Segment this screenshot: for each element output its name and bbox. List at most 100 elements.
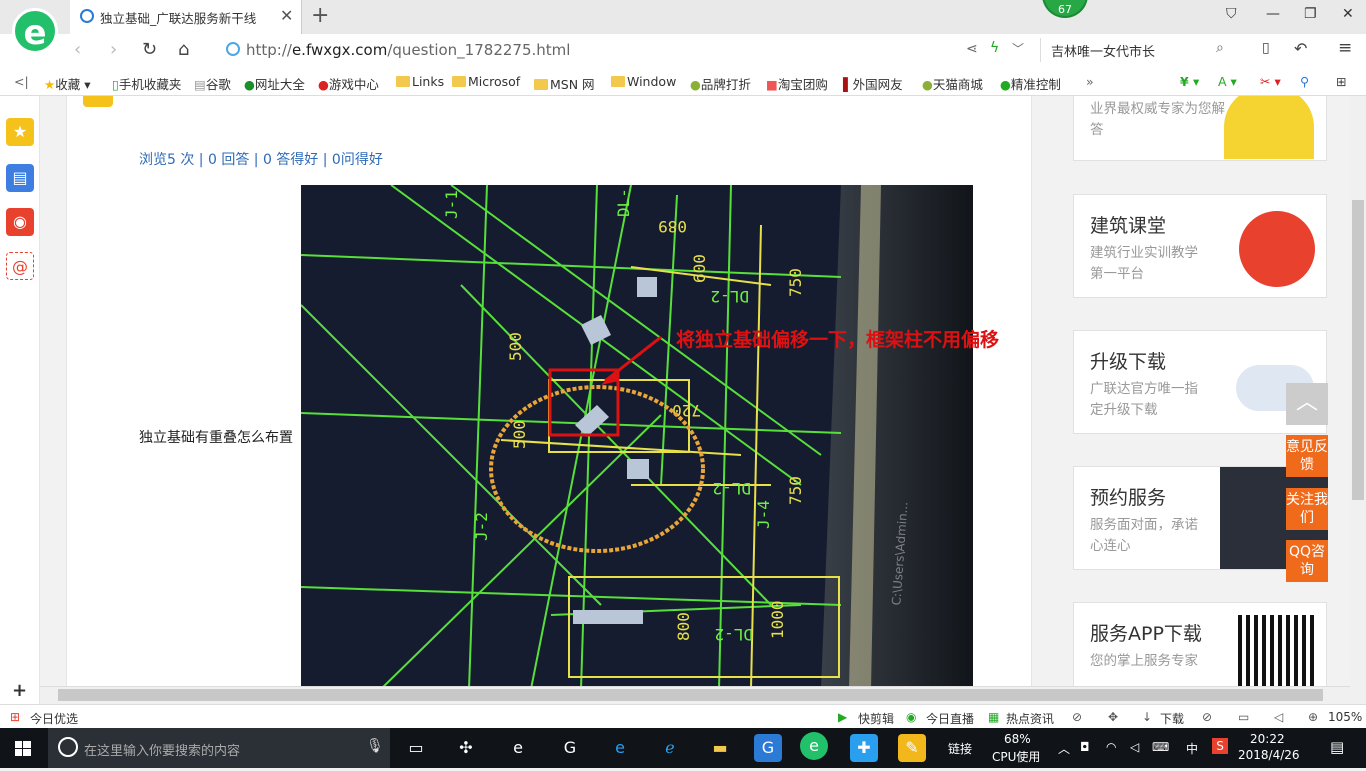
speed-icon[interactable]: ⊘ (1072, 710, 1082, 724)
feedback-button[interactable]: 意见反馈 (1286, 435, 1328, 477)
minimize-button[interactable]: — (1266, 6, 1280, 22)
notification-icon[interactable]: ▤ (1330, 738, 1344, 756)
favorites-star-icon[interactable]: ★ (6, 118, 34, 146)
menu-icon[interactable]: ≡ (1338, 38, 1352, 58)
add-icon[interactable]: + (12, 680, 27, 701)
cortana-icon (58, 737, 78, 757)
news-link[interactable]: 热点资讯 (1006, 710, 1054, 727)
fav-item[interactable]: ▯手机收藏夹 (112, 74, 181, 93)
start-button[interactable] (0, 728, 46, 768)
glodon-app-icon[interactable]: G (754, 734, 782, 762)
apps-icon[interactable]: ⊞ (1336, 74, 1346, 89)
fav-item[interactable]: ●游戏中心 (318, 74, 379, 93)
fav-item[interactable]: MSN 网 (534, 74, 595, 93)
ad-app-download[interactable]: 服务APP下载 您的掌上服务专家 (1073, 602, 1327, 686)
fav-item[interactable]: ▌外国网友 (843, 74, 903, 93)
ime-indicator[interactable]: 中 (1186, 740, 1198, 757)
file-explorer-icon[interactable]: ▬ (706, 734, 734, 762)
new-tab-button[interactable]: + (311, 3, 329, 28)
qq-consult-button[interactable]: QQ咨询 (1286, 540, 1328, 582)
window-icon[interactable]: ▭ (1238, 710, 1249, 724)
tab-bar: 独立基础_广联达服务新干线 ✕ + 67 ⛉ — ❐ ✕ (0, 0, 1366, 34)
ie-tab-icon (80, 9, 94, 23)
horizontal-scroll-thumb[interactable] (58, 689, 1323, 701)
skin-icon[interactable]: ⛉ (1226, 6, 1237, 22)
search-input[interactable]: 吉林唯一女代市长 (1040, 38, 1240, 62)
question-stats[interactable]: 浏览5 次 | 0 回答 | 0 答得好 | 0问得好 (139, 149, 383, 169)
chevron-down-icon[interactable]: ﹀ (1012, 40, 1024, 57)
sound-icon[interactable]: ◁ (1274, 710, 1283, 724)
yen-shield-icon[interactable]: ¥ ▾ (1180, 74, 1199, 89)
fav-item[interactable]: Links (396, 74, 444, 89)
fav-item[interactable]: ●天猫商城 (922, 74, 983, 93)
browser-taskbar-icon[interactable]: e (800, 732, 828, 760)
vertical-scroll-thumb[interactable] (1352, 200, 1364, 500)
search-icon[interactable]: ⌕ (1216, 40, 1224, 56)
fav-item[interactable]: Microsof (452, 74, 520, 89)
microphone-icon[interactable]: 🎙 (366, 738, 384, 754)
sogou-icon[interactable]: S (1212, 738, 1228, 754)
restore-button[interactable]: ❐ (1304, 6, 1317, 22)
forward-icon[interactable]: › (110, 39, 117, 60)
task-view-icon[interactable]: ▭ (402, 734, 430, 762)
tab-active[interactable]: 独立基础_广联达服务新干线 ✕ (70, 0, 302, 34)
weibo-icon[interactable]: ◉ (6, 208, 34, 236)
score-badge[interactable]: 67 (1042, 0, 1088, 18)
clean-icon[interactable]: ⊘ (1202, 710, 1212, 724)
tab-title: 独立基础_广联达服务新干线 (100, 11, 257, 26)
lightning-icon[interactable]: ϟ (990, 40, 999, 56)
clock-date[interactable]: 2018/4/26 (1238, 748, 1300, 762)
notes-icon[interactable]: ✎ (898, 734, 926, 762)
daily-picks-link[interactable]: 今日优选 (30, 710, 78, 727)
edge-legacy-icon[interactable]: e (504, 734, 532, 762)
people-icon[interactable]: ◘ (1080, 740, 1090, 754)
ad-classroom[interactable]: 建筑课堂 建筑行业实训教学第一平台 (1073, 194, 1327, 298)
add-tool-icon[interactable]: ✚ (850, 734, 878, 762)
live-link[interactable]: 今日直播 (926, 710, 974, 727)
glodon-icon[interactable]: G (556, 734, 584, 762)
ad-expert[interactable]: 业界最权威专家为您解答 (1073, 96, 1327, 161)
links-toolbar[interactable]: 链接 (948, 740, 972, 757)
undo-icon[interactable]: ↶ (1294, 39, 1307, 58)
pinwheel-icon[interactable]: ✣ (452, 734, 480, 762)
fav-item[interactable]: ●网址大全 (244, 74, 305, 93)
translate-icon[interactable]: A ▾ (1218, 74, 1237, 89)
back-icon[interactable]: ‹ (74, 39, 81, 60)
fav-item[interactable]: ■淘宝团购 (766, 74, 828, 93)
cad-photo[interactable]: 089 600 750 500 500 720 750 800 1000 J-1… (301, 185, 973, 686)
wifi-icon[interactable]: ◠ (1106, 740, 1116, 754)
tray-chevron-icon[interactable]: ︿ (1058, 740, 1070, 757)
close-window-button[interactable]: ✕ (1342, 6, 1354, 22)
fav-item[interactable]: ★收藏 ▾ (44, 74, 90, 93)
edge-icon[interactable]: e (606, 734, 634, 762)
zoom-icon[interactable]: ⊕ (1308, 710, 1318, 724)
internet-explorer-icon[interactable]: ℯ (656, 734, 684, 762)
download-link[interactable]: 下载 (1160, 710, 1184, 727)
zoom-level[interactable]: 105% (1328, 710, 1362, 724)
url-field[interactable]: http://e.fwxgx.com/question_1782275.html (246, 41, 570, 59)
back-to-top-icon[interactable]: ︿ (1286, 383, 1328, 425)
fav-item[interactable]: ▤谷歌 (194, 74, 231, 93)
clock-time[interactable]: 20:22 (1250, 732, 1285, 746)
home-icon[interactable]: ⌂ (178, 39, 189, 60)
volume-icon[interactable]: ◁ (1130, 740, 1139, 754)
keyboard-icon[interactable]: ⌨ (1152, 740, 1169, 754)
quick-edit-link[interactable]: 快剪辑 (858, 710, 894, 727)
collapse-icon[interactable]: <| (14, 74, 29, 89)
mail-icon[interactable]: @ (6, 252, 34, 280)
pin-icon[interactable]: ✥ (1108, 710, 1118, 724)
follow-us-button[interactable]: 关注我们 (1286, 488, 1328, 530)
fav-item[interactable]: ●精准控制 (1000, 74, 1061, 93)
more-favorites-icon[interactable]: » (1086, 74, 1094, 89)
share-icon[interactable]: ⋖ (966, 41, 978, 57)
fav-item[interactable]: ●品牌打折 (690, 74, 751, 93)
tool-icon[interactable]: ⚲ (1300, 74, 1309, 89)
refresh-icon[interactable]: ↻ (142, 39, 157, 60)
screenshot-icon[interactable]: ✂ ▾ (1260, 74, 1281, 89)
browser-logo[interactable]: e (12, 8, 58, 54)
mobile-icon[interactable]: ▯ (1262, 40, 1270, 56)
reading-list-icon[interactable]: ▤ (6, 164, 34, 192)
taskbar-search-input[interactable]: 在这里输入你要搜索的内容 (48, 728, 390, 768)
close-tab-icon[interactable]: ✕ (280, 6, 293, 25)
fav-item[interactable]: Window (611, 74, 676, 89)
